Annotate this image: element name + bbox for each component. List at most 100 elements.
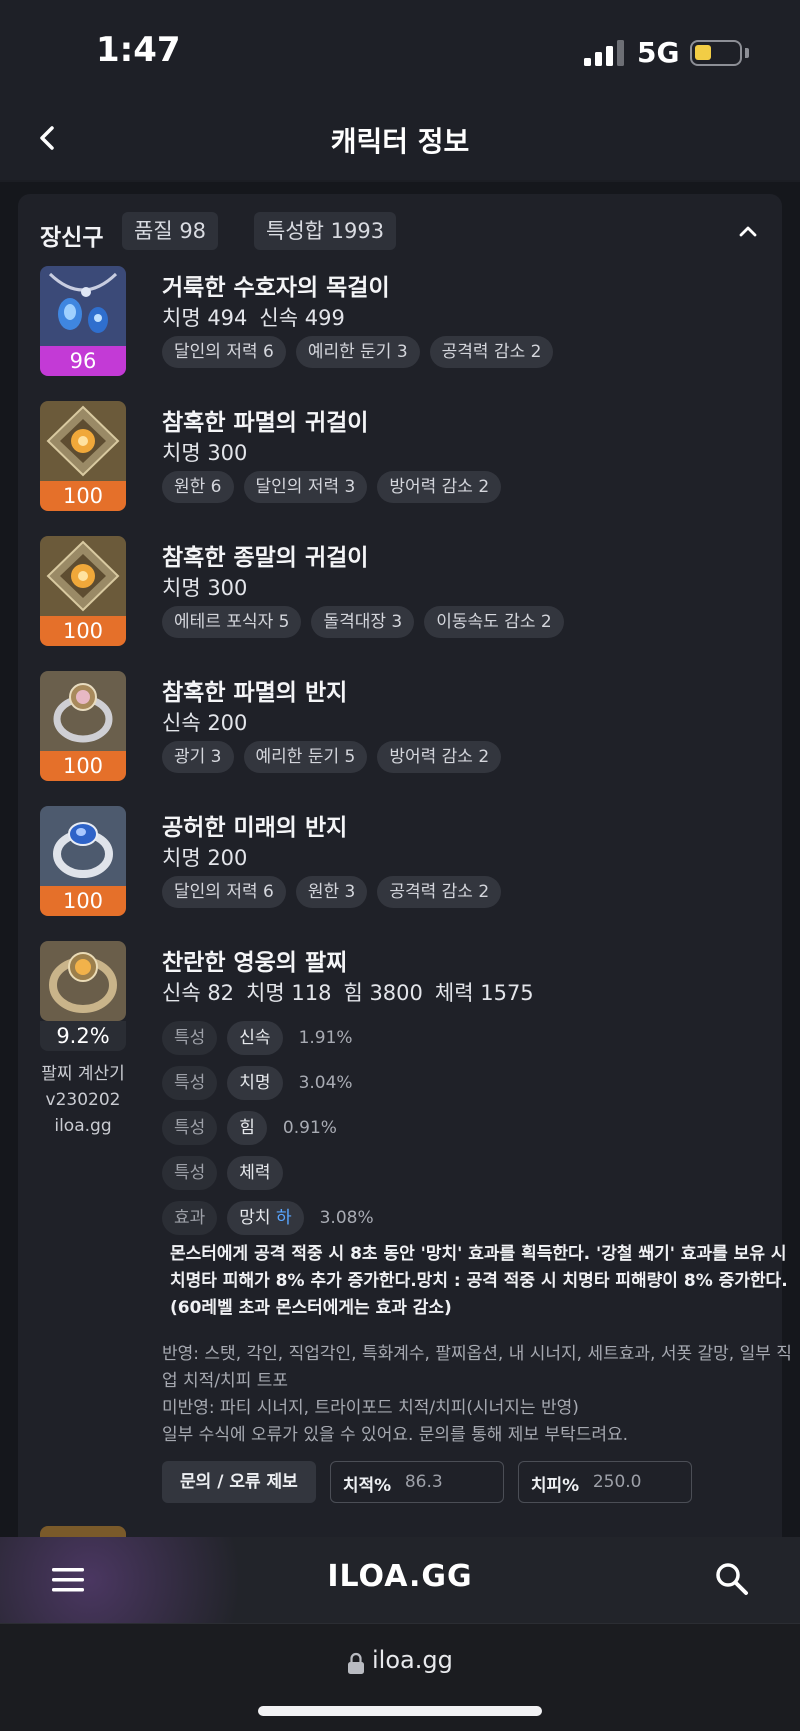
effect-percent: 3.08% xyxy=(319,1208,374,1228)
option-percent: 1.91% xyxy=(298,1028,353,1048)
engraving-tag: 공격력 감소 2 xyxy=(377,876,502,908)
item-stats: 신속 82 치명 118 힘 3800 체력 1575 xyxy=(162,977,546,1007)
earring-image xyxy=(40,401,126,481)
engraving-tag: 예리한 둔기 5 xyxy=(243,741,368,773)
ring-image xyxy=(40,671,126,751)
calc-note-unreflected: 미반영: 파티 시너지, 트라이포드 치적/치피(시너지는 반영) xyxy=(162,1398,579,1418)
option-kind: 특성 xyxy=(162,1021,218,1055)
engraving-tag: 달인의 저력 3 xyxy=(243,471,368,503)
item-name: 공허한 미래의 반지 xyxy=(162,815,348,841)
crit-damage-value: 250.0 xyxy=(592,1472,642,1492)
engraving-tags: 달인의 저력 6 원한 3 공격력 감소 2 xyxy=(162,876,502,908)
option-kind: 특성 xyxy=(162,1066,218,1100)
stat-value: 치명 300 xyxy=(162,576,248,600)
stat-value: 치명 118 xyxy=(246,981,332,1005)
earring-image xyxy=(40,536,126,616)
bottom-nav: ILOA.GG xyxy=(0,1537,800,1623)
item-level: 100 xyxy=(40,481,126,511)
engraving-tag: 이동속도 감소 2 xyxy=(424,606,564,638)
section-title: 장신구 xyxy=(40,225,104,251)
engraving-tag: 원한 6 xyxy=(162,471,234,503)
home-indicator[interactable] xyxy=(258,1706,542,1716)
item-thumbnail: 100 xyxy=(40,536,126,646)
option-kind: 특성 xyxy=(162,1156,218,1190)
item-name: 참혹한 파멸의 귀걸이 xyxy=(162,410,369,436)
report-error-button[interactable]: 문의 / 오류 제보 xyxy=(162,1461,316,1503)
item-level: 100 xyxy=(40,751,126,781)
crit-damage-label: 치피% xyxy=(530,1476,580,1496)
quality-badge: 품질 98 xyxy=(122,212,219,250)
crit-damage-field[interactable]: 치피% 250.0 xyxy=(517,1461,692,1503)
bracelet-option-row: 특성 치명 3.04% xyxy=(162,1066,353,1100)
item-level: 100 xyxy=(40,886,126,916)
bracelet-option-row: 특성 신속 1.91% xyxy=(162,1021,353,1055)
option-value: 치명 xyxy=(227,1066,283,1100)
item-name: 참혹한 파멸의 반지 xyxy=(162,680,348,706)
card-header[interactable]: 장신구 품질 98 특성합 1993 xyxy=(40,212,760,252)
app-bar: 캐릭터 정보 xyxy=(0,100,800,180)
status-time: 1:47 xyxy=(96,30,181,70)
stat-value: 신속 82 xyxy=(162,981,235,1005)
item-thumbnail: 100 xyxy=(40,401,126,511)
url-text[interactable]: iloa.gg xyxy=(372,1646,453,1674)
item-stats: 치명 300 xyxy=(162,437,259,467)
browser-url-bar[interactable]: iloa.gg xyxy=(0,1623,800,1731)
engraving-tag: 달인의 저력 6 xyxy=(162,876,286,908)
effect-value: 망치 하 xyxy=(227,1201,304,1235)
item-stats: 치명 494 신속 499 xyxy=(162,302,357,332)
effect-description: 몬스터에게 공격 적중 시 8초 동안 '망치' 효과를 획득한다. '강철 쐐… xyxy=(170,1244,788,1318)
item-stats: 신속 200 xyxy=(162,707,259,737)
calculator-label: 팔찌 계산기 xyxy=(41,1064,125,1084)
engraving-tag: 방어력 감소 2 xyxy=(377,741,502,773)
accessory-card: 장신구 품질 98 특성합 1993 96 거룩한 수호자의 목걸이 치명 49… xyxy=(18,194,792,1537)
bracelet-effect-row: 효과 망치 하 3.08% xyxy=(162,1201,374,1235)
engraving-tag: 광기 3 xyxy=(162,741,234,773)
item-thumbnail: 100 xyxy=(40,806,126,916)
item-name: 찬란한 영웅의 팔찌 xyxy=(162,950,348,976)
calculator-version: v230202 xyxy=(45,1090,121,1110)
item-stats: 치명 300 xyxy=(162,572,259,602)
crit-rate-label: 치적% xyxy=(342,1476,392,1496)
engraving-tag: 공격력 감소 2 xyxy=(429,336,554,368)
item-thumbnail xyxy=(40,941,126,1021)
stats-sum-badge: 특성합 1993 xyxy=(254,212,397,250)
option-percent: 0.91% xyxy=(282,1118,337,1138)
bracelet-image xyxy=(40,941,126,1021)
signal-icon xyxy=(584,40,624,66)
engraving-tags: 광기 3 예리한 둔기 5 방어력 감소 2 xyxy=(162,741,502,773)
main-content[interactable]: 장신구 품질 98 특성합 1993 96 거룩한 수호자의 목걸이 치명 49… xyxy=(0,182,800,1537)
item-stats: 치명 200 xyxy=(162,842,259,872)
engraving-tags: 원한 6 달인의 저력 3 방어력 감소 2 xyxy=(162,471,502,503)
network-label: 5G xyxy=(637,36,680,69)
stat-value: 힘 3800 xyxy=(343,981,423,1005)
next-item-thumbnail-peek xyxy=(40,1526,126,1537)
stat-value: 체력 1575 xyxy=(434,981,534,1005)
brand-logo[interactable]: ILOA.GG xyxy=(0,1559,800,1594)
engraving-tags: 에테르 포식자 5 돌격대장 3 이동속도 감소 2 xyxy=(162,606,564,638)
option-value: 체력 xyxy=(227,1156,283,1190)
engraving-tags: 달인의 저력 6 예리한 둔기 3 공격력 감소 2 xyxy=(162,336,554,368)
crit-rate-field[interactable]: 치적% 86.3 xyxy=(329,1461,504,1503)
calculator-site: iloa.gg xyxy=(54,1116,112,1136)
stat-value: 치명 300 xyxy=(162,441,248,465)
lock-icon xyxy=(348,1652,364,1674)
stat-value: 신속 499 xyxy=(259,306,345,330)
effect-grade: 하 xyxy=(275,1208,292,1228)
item-thumbnail: 96 xyxy=(40,266,126,376)
search-icon[interactable] xyxy=(714,1561,750,1597)
battery-icon xyxy=(690,40,742,66)
calc-actions: 문의 / 오류 제보 치적% 86.3 치피% 250.0 xyxy=(162,1461,692,1503)
item-name: 참혹한 종말의 귀걸이 xyxy=(162,545,369,571)
chevron-up-icon[interactable] xyxy=(736,220,760,244)
stat-value: 치명 494 xyxy=(162,306,248,330)
bracelet-option-row: 특성 힘 0.91% xyxy=(162,1111,337,1145)
bracelet-item[interactable]: 9.2% 팔찌 계산기 v230202 iloa.gg 찬란한 영웅의 팔찌 신… xyxy=(40,941,792,1503)
engraving-tag: 예리한 둔기 3 xyxy=(295,336,420,368)
effect-name: 망치 xyxy=(239,1208,271,1228)
item-level: 96 xyxy=(40,346,126,376)
item-name: 거룩한 수호자의 목걸이 xyxy=(162,275,390,301)
engraving-tag: 돌격대장 3 xyxy=(311,606,415,638)
battery-cap xyxy=(745,48,749,58)
item-level: 100 xyxy=(40,616,126,646)
option-kind: 특성 xyxy=(162,1111,218,1145)
